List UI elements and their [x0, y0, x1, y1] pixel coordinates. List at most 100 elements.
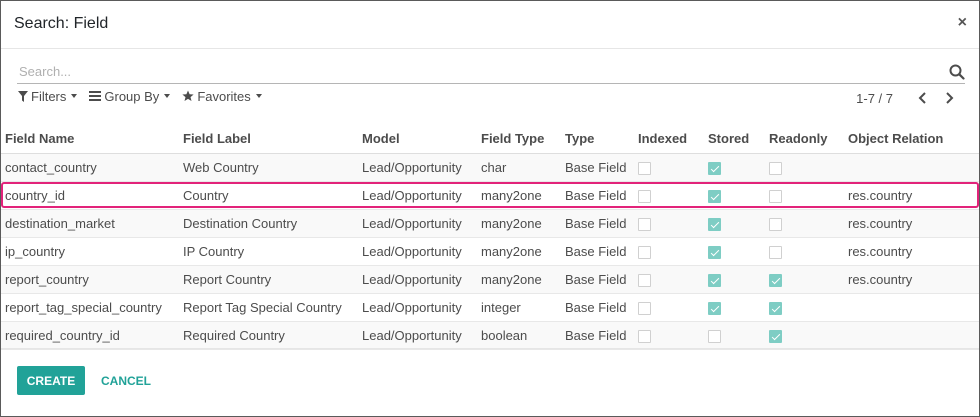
stored-checkbox	[708, 301, 721, 315]
favorites-label: Favorites	[197, 88, 251, 104]
dialog-footer: CREATE CANCEL	[1, 348, 979, 416]
chevron-left-icon[interactable]	[915, 90, 931, 106]
cell-stored	[704, 237, 765, 266]
table-row[interactable]: destination_market Destination Country Lea…	[1, 209, 979, 238]
stored-checkbox	[708, 189, 721, 203]
cell-object-relation	[844, 321, 979, 350]
cell-stored	[704, 153, 765, 182]
indexed-checkbox	[638, 189, 651, 203]
cell-field-name: report_tag_special_country	[1, 293, 179, 322]
stored-checkbox	[708, 329, 721, 343]
cell-field-name: report_country	[1, 265, 179, 294]
favorites-button[interactable]: Favorites	[182, 87, 262, 105]
column-header-readonly[interactable]: Readonly	[765, 125, 844, 154]
star-icon	[182, 90, 194, 101]
search-field-dialog: Search: Field × Filters Group By	[0, 0, 980, 417]
cell-type: Base Field	[561, 321, 634, 350]
cell-stored	[704, 209, 765, 238]
cell-model: Lead/Opportunity	[358, 293, 477, 322]
search-input[interactable]	[17, 59, 937, 83]
chevron-right-icon[interactable]	[941, 90, 957, 106]
cell-field-type: boolean	[477, 321, 561, 350]
table-row[interactable]: required_country_id Required Country Lead/…	[1, 321, 979, 350]
search-icon[interactable]	[949, 64, 965, 80]
cell-field-name: contact_country	[1, 153, 179, 182]
indexed-checkbox	[638, 245, 651, 259]
cell-object-relation	[844, 293, 979, 322]
group-by-button[interactable]: Group By	[89, 87, 171, 105]
cell-model: Lead/Opportunity	[358, 265, 477, 294]
cell-readonly	[765, 209, 844, 238]
cell-field-label: Country	[179, 181, 358, 210]
stored-checkbox	[708, 273, 721, 287]
cell-field-type: char	[477, 153, 561, 182]
cell-readonly	[765, 181, 844, 210]
cell-stored	[704, 293, 765, 322]
cell-field-label: Report Country	[179, 265, 358, 294]
search-bar	[17, 59, 965, 84]
readonly-checkbox	[769, 245, 782, 259]
cell-indexed	[634, 237, 704, 266]
column-header-field-name[interactable]: Field Name	[1, 125, 179, 154]
create-button[interactable]: CREATE	[17, 366, 85, 395]
indexed-checkbox	[638, 217, 651, 231]
indexed-checkbox	[638, 161, 651, 175]
cell-type: Base Field	[561, 265, 634, 294]
column-header-model[interactable]: Model	[358, 125, 477, 154]
cell-stored	[704, 181, 765, 210]
filters-button[interactable]: Filters	[18, 87, 78, 105]
table-row[interactable]: report_tag_special_country Report Tag Spe…	[1, 293, 979, 322]
caret-down-icon	[164, 94, 171, 98]
cell-readonly	[765, 237, 844, 266]
stored-checkbox	[708, 217, 721, 231]
readonly-checkbox	[769, 161, 782, 175]
cell-field-name: country_id	[1, 181, 179, 210]
cell-object-relation: res.country	[844, 237, 979, 266]
column-header-indexed[interactable]: Indexed	[634, 125, 704, 154]
cell-field-name: ip_country	[1, 237, 179, 266]
fields-table-container: Field Name Field Label Model Field Type …	[1, 125, 979, 350]
caret-down-icon	[71, 94, 78, 98]
indexed-checkbox	[638, 329, 651, 343]
cell-indexed	[634, 209, 704, 238]
table-row[interactable]: report_country Report Country Lead/Opportu…	[1, 265, 979, 294]
cell-field-label: Web Country	[179, 153, 358, 182]
cell-indexed	[634, 181, 704, 210]
readonly-checkbox	[769, 301, 782, 315]
cell-type: Base Field	[561, 209, 634, 238]
table-row[interactable]: country_id Country Lead/Opportunity many2on…	[1, 181, 979, 210]
column-header-type[interactable]: Type	[561, 125, 634, 154]
table-row[interactable]: ip_country IP Country Lead/Opportunity many…	[1, 237, 979, 266]
table-row[interactable]: contact_country Web Country Lead/Opportuni…	[1, 153, 979, 182]
cell-object-relation	[844, 153, 979, 182]
cell-stored	[704, 265, 765, 294]
column-header-field-type[interactable]: Field Type	[477, 125, 561, 154]
cell-readonly	[765, 265, 844, 294]
pager: 1-7 / 7	[856, 90, 957, 106]
cell-object-relation: res.country	[844, 209, 979, 238]
table-header-row: Field Name Field Label Model Field Type …	[1, 125, 979, 154]
cell-model: Lead/Opportunity	[358, 209, 477, 238]
cell-field-name: required_country_id	[1, 321, 179, 350]
cell-field-type: integer	[477, 293, 561, 322]
cell-type: Base Field	[561, 293, 634, 322]
cell-field-type: many2one	[477, 181, 561, 210]
cell-field-type: many2one	[477, 265, 561, 294]
cell-indexed	[634, 293, 704, 322]
cell-readonly	[765, 153, 844, 182]
column-header-stored[interactable]: Stored	[704, 125, 765, 154]
cell-object-relation: res.country	[844, 265, 979, 294]
cell-type: Base Field	[561, 153, 634, 182]
cell-model: Lead/Opportunity	[358, 181, 477, 210]
cell-field-type: many2one	[477, 237, 561, 266]
cell-indexed	[634, 321, 704, 350]
column-header-object-relation[interactable]: Object Relation	[844, 125, 979, 154]
column-header-field-label[interactable]: Field Label	[179, 125, 358, 154]
close-icon[interactable]: ×	[958, 13, 967, 33]
cell-indexed	[634, 265, 704, 294]
cell-field-label: Report Tag Special Country	[179, 293, 358, 322]
pager-value[interactable]: 1-7 / 7	[856, 91, 893, 106]
cancel-button[interactable]: CANCEL	[93, 366, 159, 395]
cell-type: Base Field	[561, 181, 634, 210]
cell-object-relation: res.country	[844, 181, 979, 210]
